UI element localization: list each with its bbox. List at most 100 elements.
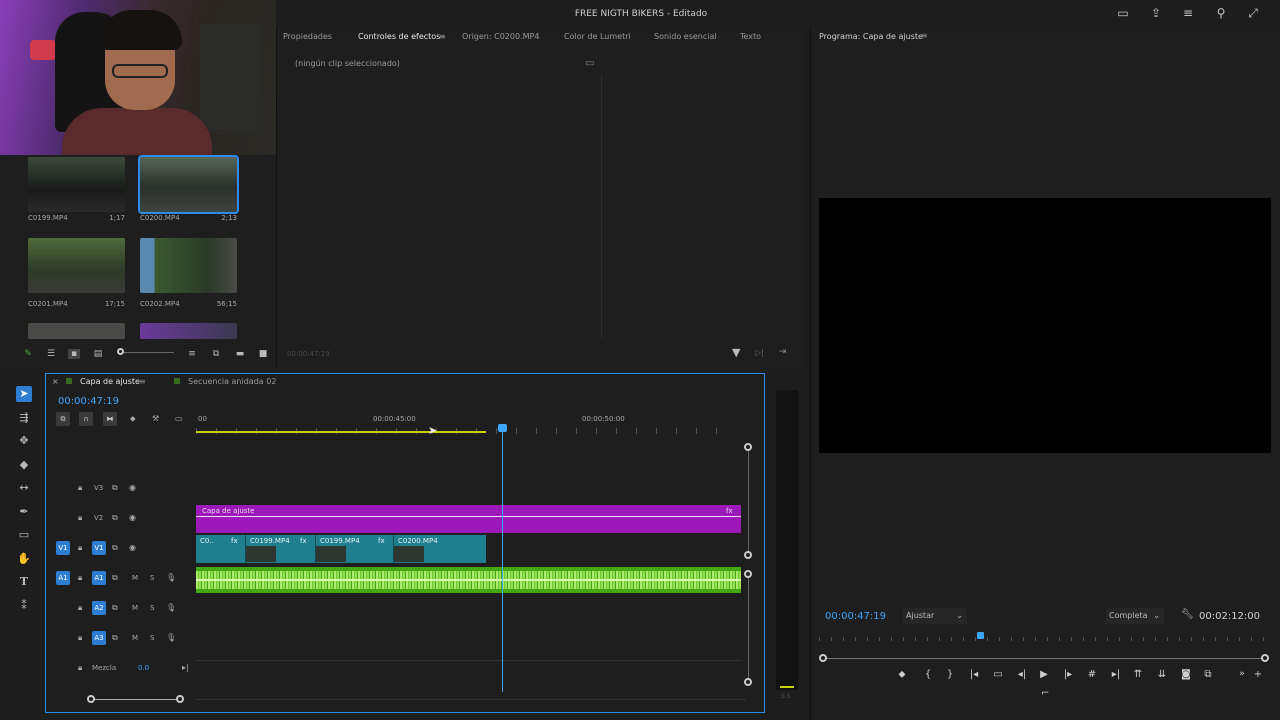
search-icon[interactable]: ⚲ [1214,6,1228,20]
track-target-a1[interactable]: A1 [92,571,106,585]
caption-tool-icon[interactable]: ⁑ [16,598,32,614]
compare-icon[interactable]: ⧉ [1201,669,1215,680]
resolution-dropdown[interactable]: Completa ⌄ [1106,608,1164,624]
lock-icon[interactable]: 🔒︎ [78,483,82,493]
extract-icon[interactable]: ⇊ [1155,669,1169,680]
program-playhead[interactable] [977,632,984,639]
work-area-bar[interactable] [196,431,486,433]
solo-button[interactable]: S [150,634,154,642]
tab-lumetri-color[interactable]: Color de Lumetri [564,32,631,41]
tab-menu-icon[interactable]: ≡ [139,377,146,386]
tab-properties[interactable]: Propiedades [283,32,332,41]
tab-source[interactable]: Origen: C0200.MP4 [462,32,539,41]
type-tool-icon[interactable]: T [16,574,32,590]
program-preview[interactable] [819,198,1271,453]
menu-icon[interactable]: ≡ [1181,6,1195,20]
captions-icon[interactable]: ▭ [175,414,183,423]
microphone-icon[interactable]: 🎙︎ [166,603,176,612]
zoom-bar-start-knob[interactable] [87,695,95,703]
mark-in-icon[interactable]: { [921,669,935,680]
solo-button[interactable]: S [150,604,154,612]
slip-tool-icon[interactable]: ↔ [16,480,32,496]
snap-icon[interactable]: ∩ [79,412,93,426]
zoom-bar-start-knob[interactable] [819,654,827,662]
go-to-end-icon[interactable]: ▸| [182,663,189,672]
clip-thumbnail[interactable] [28,238,125,293]
export-icon[interactable]: ⇥ [779,347,787,357]
volume-line[interactable] [196,579,741,581]
pen-tool-icon[interactable]: ✒ [16,504,32,520]
sync-lock-icon[interactable]: ⧉ [112,543,118,553]
playhead-handle[interactable] [498,424,507,432]
video-clip[interactable]: C0199.MP4 fx [316,535,394,563]
scroll-knob[interactable] [744,551,752,559]
fullscreen-icon[interactable]: ⤢ [1246,6,1260,20]
list-view-icon[interactable]: ☰ [45,349,57,359]
adjustment-layer-clip[interactable]: Capa de ajuste fx [196,505,741,533]
linked-selection-icon[interactable]: ⧓ [103,412,117,426]
scroll-knob[interactable] [744,570,752,578]
button-editor-icon[interactable]: + [1251,669,1265,680]
step-back-icon[interactable]: ◂| [1015,669,1029,680]
selection-tool-icon[interactable]: ➤ [16,386,32,402]
panel-menu-icon[interactable]: ≡ [921,31,928,40]
video-clip[interactable]: C0.. fx [196,535,246,563]
close-icon[interactable]: × [52,377,59,386]
mute-button[interactable]: M [132,604,138,612]
sort-icon[interactable]: ≡ [186,349,198,359]
timeline-timecode[interactable]: 00:00:47:19 [58,396,119,407]
mute-button[interactable]: M [132,574,138,582]
wrench-icon[interactable]: ⚒ [152,414,159,423]
pencil-icon[interactable]: ✎ [22,349,34,359]
go-to-out-icon[interactable]: ▸| [1109,669,1123,680]
track-select-tool-icon[interactable]: ⇶ [16,410,32,426]
toggle-timeline-icon[interactable]: ▭ [585,58,594,69]
microphone-icon[interactable]: 🎙︎ [166,633,176,642]
add-marker-icon[interactable]: ⬥ [130,414,136,424]
sync-lock-icon[interactable]: ⧉ [112,603,118,613]
icon-view-icon[interactable]: ▪ [68,349,80,359]
grid-icon[interactable]: # [1085,669,1099,680]
opacity-line[interactable] [196,516,741,517]
mix-value[interactable]: 0.0 [138,664,149,672]
play-audio-icon[interactable]: ▷| [755,348,764,357]
workspace-icon[interactable]: ▭ [1116,6,1130,20]
zoom-slider[interactable] [118,352,174,353]
eye-icon[interactable]: ◉ [129,543,136,552]
audio-clip-a1[interactable] [196,567,741,593]
clip-thumbnail[interactable] [140,238,237,293]
zoom-bar-end-knob[interactable] [176,695,184,703]
fit-dropdown[interactable]: Ajustar ⌄ [903,608,967,624]
safe-margins-icon[interactable]: ▭ [991,669,1005,680]
play-icon[interactable]: ▶ [1037,669,1051,680]
lock-icon[interactable]: 🔒︎ [78,603,82,613]
sync-lock-icon[interactable]: ⧉ [112,633,118,643]
tab-text[interactable]: Texto [740,32,761,41]
microphone-icon[interactable]: 🎙︎ [166,573,176,582]
solo-button[interactable]: S [150,574,154,582]
ripple-edit-tool-icon[interactable]: ✥ [16,433,32,449]
scroll-knob[interactable] [744,443,752,451]
camera-icon[interactable]: ◙ [1179,669,1193,680]
lock-icon[interactable]: 🔒︎ [78,513,82,523]
automate-icon[interactable]: ⧉ [210,349,222,359]
zoom-slider-knob[interactable] [117,348,124,355]
hand-tool-icon[interactable]: ✋ [16,551,32,567]
clip-thumbnail[interactable] [140,323,237,339]
program-ruler[interactable] [819,633,1271,643]
filter-icon[interactable]: ▼ [732,346,740,359]
program-timecode[interactable]: 00:00:47:19 [825,611,886,622]
rectangle-tool-icon[interactable]: ▭ [16,527,32,543]
more-controls-icon[interactable]: » [1235,669,1249,679]
new-item-icon[interactable]: ▬ [234,349,246,359]
clip-thumbnail-selected[interactable] [138,155,239,214]
freeform-view-icon[interactable]: ▤ [92,349,104,359]
lift-icon[interactable]: ⇈ [1131,669,1145,680]
step-forward-icon[interactable]: |▸ [1061,669,1075,680]
eye-icon[interactable]: ◉ [129,513,136,522]
lock-icon[interactable]: 🔒︎ [78,573,82,583]
audio-scrollbar[interactable] [748,576,749,682]
tab-effect-controls[interactable]: Controles de efectos [358,32,440,41]
razor-tool-icon[interactable]: ◆ [16,457,32,473]
track-target-a2[interactable]: A2 [92,601,106,615]
